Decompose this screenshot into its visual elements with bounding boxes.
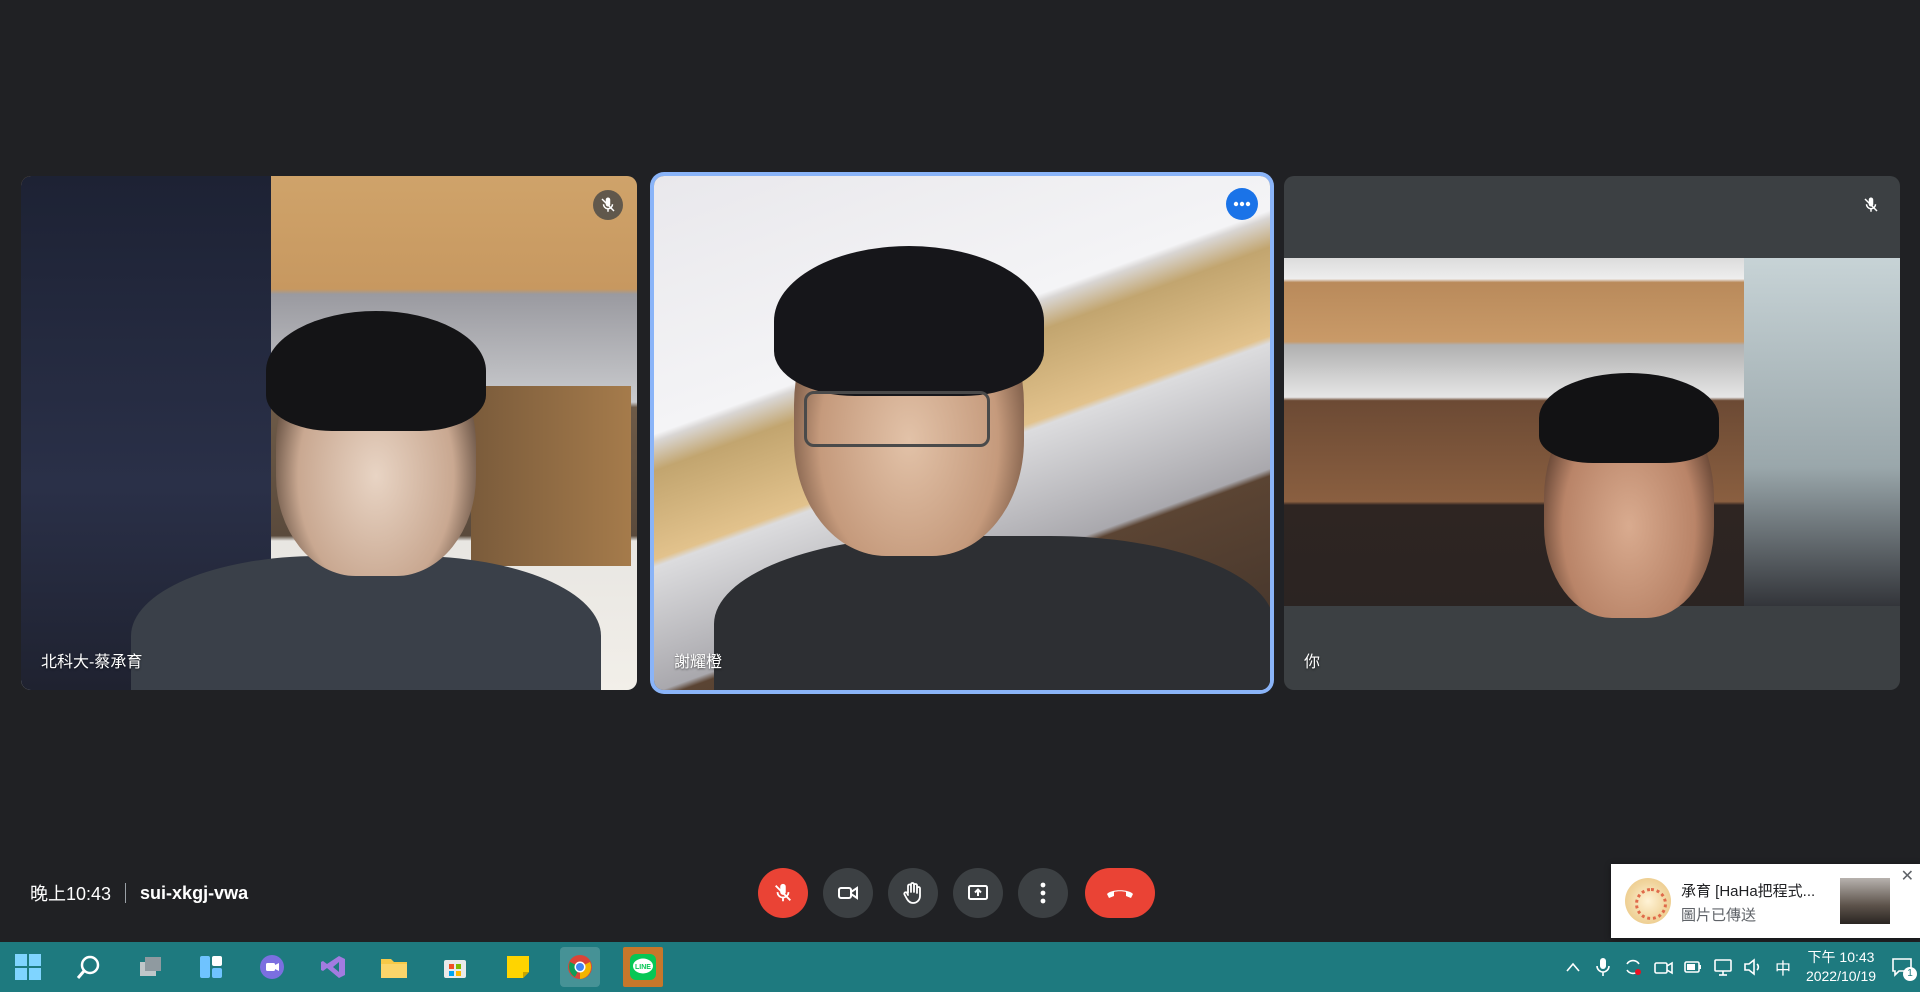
sticky-notes-icon[interactable] (498, 947, 538, 987)
participant-tile-2[interactable]: 謝耀橙 (654, 176, 1270, 690)
chevron-up-icon[interactable] (1560, 954, 1586, 980)
battery-icon[interactable] (1680, 954, 1706, 980)
participant-figure (131, 556, 601, 690)
line-app-icon[interactable]: LINE (623, 947, 663, 987)
notification-center-button[interactable]: 1 (1884, 949, 1920, 985)
participant-video (654, 176, 1270, 690)
notification-message: 圖片已傳送 (1681, 907, 1757, 924)
input-method-indicator[interactable]: 中 (1770, 954, 1796, 980)
mic-off-icon (593, 190, 623, 220)
participant-video (21, 176, 637, 690)
meet-main-area: 北科大-蔡承育 謝耀橙 你 晚上10:43 sui-xkgj-vwa 承育 [H… (0, 0, 1920, 942)
participant-figure (714, 536, 1270, 690)
windows-start-icon[interactable] (8, 947, 48, 987)
notification-title: 承育 [HaHa把程式... (1681, 883, 1816, 900)
participant-name: 你 (1304, 654, 1321, 671)
taskbar: LINE 中 下午 10:43 2022/10/19 1 (0, 942, 1920, 992)
clock-date: 2022/10/19 (1805, 968, 1877, 984)
more-options-icon[interactable] (1226, 188, 1258, 220)
more-vert-icon (1040, 882, 1046, 904)
chrome-icon[interactable] (560, 947, 600, 987)
meeting-code[interactable]: sui-xkgj-vwa (140, 883, 248, 904)
participant-name: 謝耀橙 (674, 654, 723, 671)
sync-icon[interactable] (1620, 954, 1646, 980)
svg-text:LINE: LINE (635, 964, 651, 971)
videocam-icon (838, 886, 858, 900)
participant-figure (266, 311, 486, 431)
search-icon[interactable] (69, 947, 109, 987)
task-view-icon[interactable] (130, 947, 170, 987)
image-thumbnail (1840, 878, 1890, 924)
raise-hand-button[interactable] (888, 868, 938, 918)
visual-studio-icon[interactable] (313, 947, 353, 987)
present-screen-icon (968, 885, 988, 900)
widgets-icon[interactable] (191, 947, 231, 987)
meeting-info: 晚上10:43 sui-xkgj-vwa (30, 880, 248, 906)
toggle-mic-button[interactable] (758, 868, 808, 918)
participant-figure (1539, 373, 1719, 463)
meeting-time: 晚上10:43 (30, 884, 112, 904)
participant-video (1284, 258, 1900, 618)
leave-call-button[interactable] (1085, 868, 1155, 918)
clock-time: 下午 10:43 (1807, 949, 1875, 965)
participant-figure (804, 391, 990, 447)
network-icon[interactable] (1710, 954, 1736, 980)
store-icon[interactable] (435, 947, 475, 987)
teams-chat-icon[interactable] (252, 947, 292, 987)
taskbar-clock[interactable]: 下午 10:43 2022/10/19 (1798, 948, 1884, 986)
present-screen-button[interactable] (953, 868, 1003, 918)
microphone-icon[interactable] (1590, 954, 1616, 980)
call-controls (758, 868, 1155, 918)
participant-tile-1[interactable]: 北科大-蔡承育 (21, 176, 637, 690)
notification-count-badge: 1 (1903, 967, 1917, 981)
system-tray: 中 下午 10:43 2022/10/19 1 (1558, 942, 1920, 992)
raise-hand-icon (903, 882, 921, 904)
video-background (471, 386, 631, 566)
mic-off-icon (1856, 190, 1886, 220)
more-options-button[interactable] (1018, 868, 1068, 918)
participant-figure (774, 246, 1044, 396)
camera-in-use-icon[interactable] (1650, 954, 1676, 980)
file-explorer-icon[interactable] (374, 947, 414, 987)
close-icon[interactable]: ✕ (1901, 866, 1914, 886)
line-notification[interactable]: 承育 [HaHa把程式... 圖片已傳送 ✕ (1611, 864, 1920, 938)
divider (125, 883, 127, 903)
sender-avatar (1625, 878, 1671, 924)
volume-icon[interactable] (1740, 954, 1766, 980)
video-background (1744, 258, 1900, 606)
participant-tile-self[interactable]: 你 (1284, 176, 1900, 690)
mic-off-icon (775, 883, 791, 902)
call-end-icon (1107, 890, 1133, 898)
toggle-camera-button[interactable] (823, 868, 873, 918)
participant-name: 北科大-蔡承育 (41, 654, 143, 671)
